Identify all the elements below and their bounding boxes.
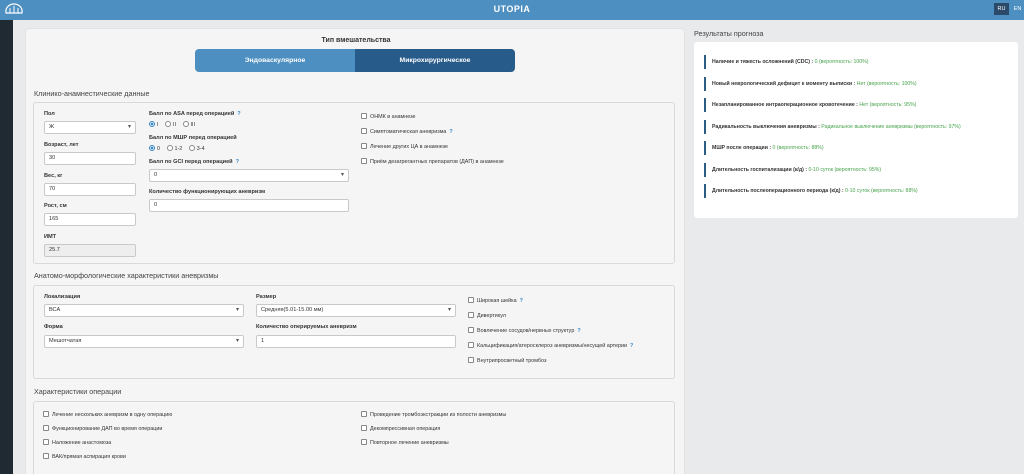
results-card: Наличие и тяжесть осложнений (CDC) : 0 (… (694, 42, 1018, 218)
results-panel: Результаты прогноза Наличие и тяжесть ос… (694, 28, 1018, 220)
intraluminal-thrombosis-checkbox[interactable]: Внутрипросветный тромбоз (468, 357, 546, 365)
endovascular-button[interactable]: Эндоваскулярное (195, 49, 355, 72)
decompressive-surgery-checkbox[interactable]: Декомпрессивная операция (361, 425, 440, 433)
asa-option-3[interactable]: III (182, 121, 195, 128)
anatomy-section-title: Анатомо-морфологические характеристики а… (34, 271, 219, 280)
height-label: Рост, см (44, 203, 67, 209)
input-form-panel: Тип вмешательства Эндоваскулярное Микрох… (25, 28, 685, 474)
asa-radio-group: I II III (149, 121, 200, 129)
functioning-aneurysms-label: Количество функционирующих аневризм (149, 189, 266, 195)
asa-option-2[interactable]: II (165, 121, 176, 128)
result-row: Незапланированное интраоперационное кров… (704, 98, 1004, 112)
blood-aspiration-checkbox[interactable]: ВАК/прямая аспирация крови (43, 453, 126, 461)
antiplatelet-history-checkbox[interactable]: Приём дезагрегантных препаратов (ДАП) в … (361, 158, 504, 166)
height-input[interactable]: 165 (44, 213, 136, 226)
repeat-treatment-checkbox[interactable]: Повторное лечение аневризмы (361, 439, 449, 447)
asa-label: Балл по ASA перед операцией (149, 111, 235, 117)
sex-label: Пол (44, 111, 55, 117)
size-label: Размер (256, 294, 277, 300)
result-row: Длительность госпитализации (к/д) : 0-10… (704, 163, 1004, 177)
mrs-label: Балл по МШР перед операцией (149, 135, 237, 141)
gcs-select[interactable]: 0 (149, 169, 349, 182)
operated-count-input[interactable]: 1 (256, 335, 456, 348)
calcification-help-icon: ? (630, 343, 634, 349)
form-label: Форма (44, 324, 63, 330)
other-aneurysm-treatment-checkbox[interactable]: Лечение других ЦА в анамнезе (361, 143, 448, 151)
result-row: Радикальность выключения аневризмы : Рад… (704, 120, 1004, 134)
gcs-help-icon[interactable]: ? (236, 159, 239, 165)
diverticulum-checkbox[interactable]: Дивертикул (468, 312, 506, 320)
app-title: UTOPIA (493, 4, 531, 14)
result-row: Наличие и тяжесть осложнений (CDC) : 0 (… (704, 55, 1004, 69)
vessel-involvement-checkbox[interactable]: Вовлечение сосудов/нервных структур? (468, 327, 581, 335)
wide-neck-help-icon: ? (519, 298, 523, 304)
wide-neck-checkbox[interactable]: Широкая шейка? (468, 297, 523, 305)
form-select[interactable]: Мешотчатая (44, 335, 244, 348)
localization-label: Локализация (44, 294, 81, 300)
result-row: МШР после операции : 0 (вероятность: 88%… (704, 141, 1004, 155)
lang-ru-button[interactable]: RU (994, 3, 1009, 15)
anastomosis-checkbox[interactable]: Наложение анастомоза (43, 439, 111, 447)
anatomy-section: Локализация ВСА Размер Средняя(5.01-15.0… (33, 285, 675, 379)
size-select[interactable]: Средняя(5.01-15.00 мм) (256, 304, 456, 317)
result-row: Длительность послеоперационного периода … (704, 184, 1004, 198)
weight-input[interactable]: 70 (44, 183, 136, 196)
stroke-history-checkbox[interactable]: ОНМК в анамнезе (361, 113, 416, 121)
lang-en-button[interactable]: EN (1010, 3, 1024, 15)
asa-help-icon[interactable]: ? (237, 111, 240, 117)
result-row: Новый неврологический дефицит к моменту … (704, 77, 1004, 91)
calcification-checkbox[interactable]: Кальцификация/атеросклероз аневризмы/нес… (468, 342, 633, 350)
clinical-section-title: Клинико-анамнестические данные (34, 89, 150, 98)
symptomatic-aneurysm-checkbox[interactable]: Симптоматическая аневризма? (361, 128, 453, 136)
multiple-aneurysms-checkbox[interactable]: Лечение нескольких аневризм в одну опера… (43, 411, 172, 419)
weight-label: Вес, кг (44, 173, 63, 179)
mrs-option-3-4[interactable]: 3-4 (188, 145, 205, 152)
mrs-radio-group: 0 1-2 3-4 (149, 145, 210, 153)
microsurgical-button[interactable]: Микрохирургическое (355, 49, 515, 72)
localization-select[interactable]: ВСА (44, 304, 244, 317)
operated-count-label: Количество оперируемых аневризм (256, 324, 357, 330)
clinical-section: Пол Ж Возраст, лет 30 Вес, кг 70 Рост, с… (33, 102, 675, 264)
thrombectomy-checkbox[interactable]: Проведение тромбоэкстракции из полости а… (361, 411, 506, 419)
asa-option-1[interactable]: I (149, 121, 159, 128)
age-input[interactable]: 30 (44, 152, 136, 165)
bmi-label: ИМТ (44, 234, 57, 240)
antiplatelet-during-op-checkbox[interactable]: Функционирование ДАП во время операции (43, 425, 162, 433)
vessel-involvement-help-icon: ? (577, 328, 581, 334)
gcs-label: Балл по GCI перед операцией (149, 159, 233, 165)
sidebar-strip (0, 20, 13, 474)
intervention-type-title: Тип вмешательства (321, 37, 391, 44)
operation-section: Лечение нескольких аневризм в одну опера… (33, 401, 675, 474)
mrs-option-1-2[interactable]: 1-2 (166, 145, 182, 152)
top-bar: UTOPIA RU EN (0, 0, 1024, 20)
mrs-option-0[interactable]: 0 (149, 145, 160, 152)
results-title: Результаты прогноза (694, 29, 764, 38)
sex-select[interactable]: Ж (44, 121, 136, 134)
functioning-aneurysms-input[interactable]: 0 (149, 199, 349, 212)
bmi-value: 25.7 (44, 244, 136, 257)
age-label: Возраст, лет (44, 142, 79, 148)
operation-section-title: Характеристики операции (34, 387, 122, 396)
symptomatic-help-icon: ? (449, 129, 453, 135)
